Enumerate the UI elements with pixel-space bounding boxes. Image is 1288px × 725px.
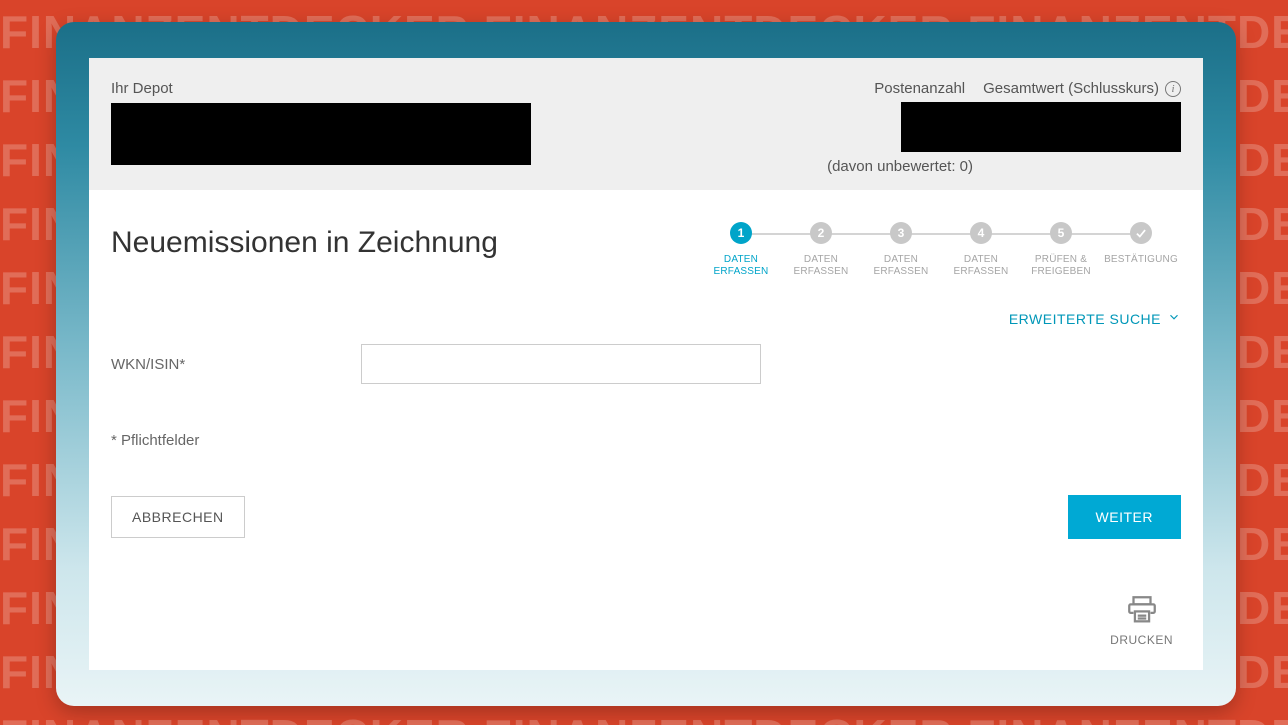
step-label: DATENERFASSEN [714,254,769,278]
step-number: 5 [1050,222,1072,244]
step-connector [741,233,821,235]
gesamtwert-label: Gesamtwert (Schlusskurs) [983,80,1159,97]
cancel-button[interactable]: ABBRECHEN [111,496,245,538]
step-label: DATENERFASSEN [794,254,849,278]
step-2[interactable]: 2 DATENERFASSEN [781,222,861,278]
davon-unbewertet-text: (davon unbewertet: 0) [827,158,973,175]
chevron-down-icon [1167,310,1181,327]
step-label: BESTÄTIGUNG [1104,254,1178,266]
step-6[interactable]: BESTÄTIGUNG [1101,222,1181,266]
step-5[interactable]: 5 PRÜFEN &FREIGEBEN [1021,222,1101,278]
inner-panel: Ihr Depot Postenanzahl Gesamtwert (Schlu… [89,58,1203,670]
summary-value-redacted [901,102,1181,152]
printer-icon [1125,593,1159,627]
step-connector [821,233,901,235]
step-number: 3 [890,222,912,244]
step-4[interactable]: 4 DATENERFASSEN [941,222,1021,278]
main-card: Ihr Depot Postenanzahl Gesamtwert (Schlu… [56,22,1236,706]
wkn-row: WKN/ISIN* [111,344,1181,384]
checkmark-icon [1130,222,1152,244]
step-label: DATENERFASSEN [954,254,1009,278]
step-connector [1061,233,1141,235]
next-button[interactable]: WEITER [1068,495,1181,539]
print-button[interactable]: DRUCKEN [1110,593,1173,647]
step-label: PRÜFEN &FREIGEBEN [1031,254,1091,278]
step-connector [981,233,1061,235]
wkn-isin-input[interactable] [361,344,761,384]
step-3[interactable]: 3 DATENERFASSEN [861,222,941,278]
print-label: DRUCKEN [1110,633,1173,647]
action-buttons: ABBRECHEN WEITER [111,495,1181,539]
step-label: DATENERFASSEN [874,254,929,278]
step-number: 4 [970,222,992,244]
step-number: 2 [810,222,832,244]
step-1[interactable]: 1 DATENERFASSEN [701,222,781,278]
postenanzahl-label: Postenanzahl [874,80,965,97]
depot-header: Ihr Depot Postenanzahl Gesamtwert (Schlu… [89,58,1203,190]
info-icon[interactable]: i [1165,81,1181,97]
step-connector [901,233,981,235]
required-fields-note: * Pflichtfelder [111,432,1181,449]
progress-stepper: 1 DATENERFASSEN 2 DATENERFASSEN 3 DATENERFASS… [701,222,1181,278]
advanced-search-toggle[interactable]: ERWEITERTE SUCHE [1009,310,1181,327]
content-area: Neuemissionen in Zeichnung 1DATENERFASSE… [89,190,1203,665]
depot-value-redacted [111,103,531,165]
summary-labels: Postenanzahl Gesamtwert (Schlusskurs) i [874,80,1181,97]
step-number: 1 [730,222,752,244]
advanced-search-label: ERWEITERTE SUCHE [1009,311,1161,327]
wkn-isin-label: WKN/ISIN* [111,356,361,373]
